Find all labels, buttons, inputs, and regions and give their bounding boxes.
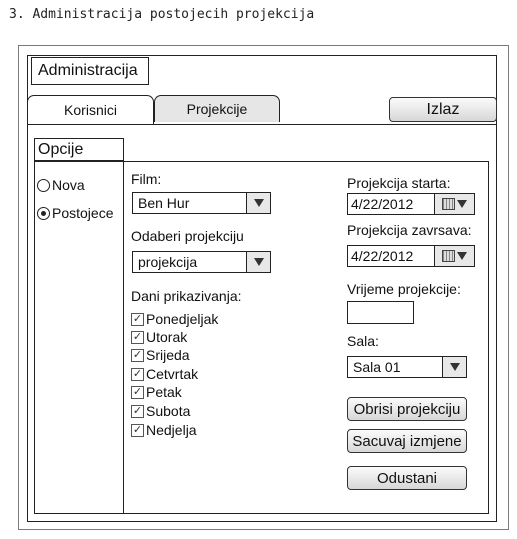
hall-select[interactable]: Sala 01 <box>347 356 467 378</box>
time-input[interactable] <box>347 301 414 324</box>
options-divider-bottom <box>34 513 124 514</box>
delete-projection-button[interactable]: Obrisi projekciju <box>347 397 467 421</box>
checkmark-icon: ✓ <box>131 348 144 362</box>
checkbox-label: Nedjelja <box>146 422 197 438</box>
checkbox-label: Petak <box>146 384 182 400</box>
end-date-value: 4/22/2012 <box>351 248 414 264</box>
radio-nova[interactable]: Nova <box>37 177 85 193</box>
save-changes-button[interactable]: Sacuvaj izmjene <box>347 429 467 453</box>
app-title: Administracija <box>31 57 149 85</box>
projection-label: Odaberi projekciju <box>131 228 244 244</box>
checkbox-petak[interactable]: ✓ Petak <box>131 384 182 400</box>
tab-projekcije[interactable]: Projekcije <box>154 95 280 122</box>
exit-button[interactable]: Izlaz <box>389 97 497 122</box>
radio-label: Nova <box>52 177 85 193</box>
projection-value: projekcija <box>138 254 198 270</box>
page-caption: 3. Administracija postojecih projekcija <box>9 7 315 22</box>
projection-select[interactable]: projekcija <box>132 251 271 273</box>
start-label: Projekcija starta: <box>347 175 451 191</box>
checkbox-subota[interactable]: ✓ Subota <box>131 403 190 419</box>
options-title: Opcije <box>34 138 124 162</box>
film-select[interactable]: Ben Hur <box>132 192 271 214</box>
radio-unchecked-icon <box>37 178 50 192</box>
checkmark-icon: ✓ <box>131 385 144 399</box>
checkbox-label: Cetvrtak <box>146 366 199 382</box>
cancel-button[interactable]: Odustani <box>347 466 467 490</box>
checkbox-label: Utorak <box>146 329 188 345</box>
chevron-down-icon[interactable] <box>246 193 270 213</box>
checkmark-icon: ✓ <box>131 404 144 418</box>
calendar-icon[interactable] <box>434 194 474 214</box>
checkbox-srijeda[interactable]: ✓ Srijeda <box>131 347 190 363</box>
checkbox-nedjelja[interactable]: ✓ Nedjelja <box>131 422 197 438</box>
hall-value: Sala 01 <box>353 359 401 375</box>
radio-postojece[interactable]: Postojece <box>37 205 113 221</box>
film-label: Film: <box>131 171 162 187</box>
form-area-top-border <box>123 161 489 162</box>
calendar-icon[interactable] <box>434 246 474 266</box>
end-date-picker[interactable]: 4/22/2012 <box>347 245 475 267</box>
end-label: Projekcija zavrsava: <box>347 222 472 238</box>
tab-korisnici[interactable]: Korisnici <box>27 95 154 124</box>
checkmark-icon: ✓ <box>131 312 144 326</box>
days-label: Dani prikazivanja: <box>131 288 242 304</box>
chevron-down-icon[interactable] <box>246 252 270 272</box>
checkmark-icon: ✓ <box>131 330 144 344</box>
start-date-value: 4/22/2012 <box>351 196 414 212</box>
hall-label: Sala: <box>347 333 379 349</box>
radio-label: Postojece <box>52 205 114 221</box>
checkbox-label: Ponedjeljak <box>146 311 219 327</box>
form-area-left-border <box>123 162 124 514</box>
checkbox-utorak[interactable]: ✓ Utorak <box>131 329 187 345</box>
film-value: Ben Hur <box>138 195 190 211</box>
checkmark-icon: ✓ <box>131 367 144 381</box>
checkbox-label: Srijeda <box>146 347 190 363</box>
time-label: Vrijeme projekcije: <box>347 281 461 297</box>
chevron-down-icon[interactable] <box>442 357 466 377</box>
checkbox-cetvrtak[interactable]: ✓ Cetvrtak <box>131 366 198 382</box>
radio-checked-icon <box>37 206 50 220</box>
checkbox-label: Subota <box>146 403 191 419</box>
start-date-picker[interactable]: 4/22/2012 <box>347 193 475 215</box>
checkbox-ponedjeljak[interactable]: ✓ Ponedjeljak <box>131 311 218 327</box>
checkmark-icon: ✓ <box>131 423 144 437</box>
options-divider-left <box>34 162 35 514</box>
